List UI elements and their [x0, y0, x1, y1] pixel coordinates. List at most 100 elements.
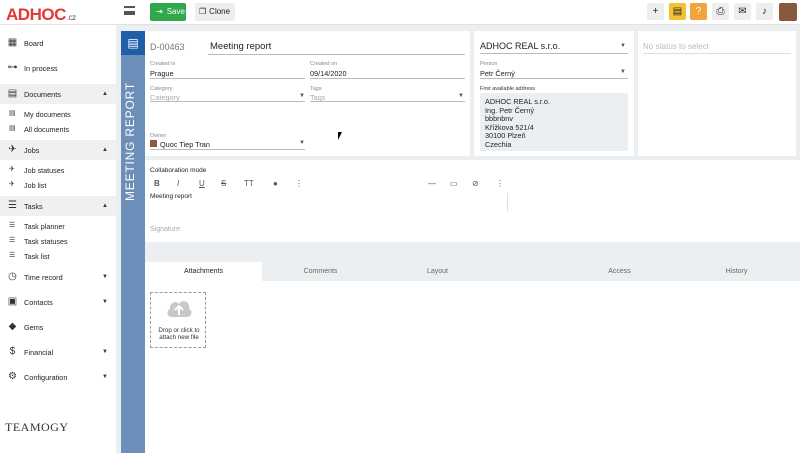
owner-label: Owner	[150, 133, 167, 139]
save-button[interactable]: ⇥ Save	[150, 3, 186, 21]
tab-comments[interactable]: Comments	[262, 262, 379, 281]
sidebar-item-my-documents[interactable]: ▤ My documents	[0, 106, 116, 121]
chevron-down-icon: ▼	[458, 93, 464, 99]
sidebar-item-label: Financial	[24, 348, 54, 357]
owner-select[interactable]: Quoc Tiep Tran	[160, 140, 210, 149]
company-panel: ADHOC REAL s.r.o. ▼ Person Petr Černý ▼ …	[474, 31, 634, 156]
created-on-label: Created on	[310, 61, 338, 67]
chevron-down-icon: ▼	[620, 43, 626, 49]
plus-icon[interactable]: +	[647, 3, 664, 20]
sidebar-item-board[interactable]: ▦ Board	[0, 33, 116, 53]
tab-layout[interactable]: Layout	[379, 262, 496, 281]
sidebar-item-label: Contacts	[24, 298, 53, 307]
category-label: Category	[150, 86, 173, 92]
tab-attachments[interactable]: Attachments	[145, 262, 262, 281]
address-line: Czechia	[485, 140, 512, 149]
sidebar: ▦ Board ⊶ In process ▤ Documents ▲ ▤ My …	[0, 25, 116, 453]
clone-icon: ❐	[199, 7, 207, 16]
editor-divider	[507, 193, 508, 211]
address-box: ADHOC REAL s.r.o. Ing. Petr Černý bbbnbn…	[480, 93, 628, 151]
text-size-icon[interactable]: TT	[244, 179, 254, 188]
sidebar-item-label: Job statuses	[24, 166, 65, 175]
sidebar-item-task-planner[interactable]: ☰ Task planner	[0, 218, 116, 233]
sidebar-item-job-statuses[interactable]: ✈ Job statuses	[0, 162, 116, 177]
owner-avatar	[150, 140, 157, 147]
signature-field[interactable]: Signature	[150, 226, 180, 233]
status-select[interactable]: No status to select	[643, 42, 709, 51]
more-vert-icon[interactable]: ⋮	[496, 179, 504, 188]
document-icon: ▤	[7, 88, 18, 99]
address-line: ADHOC REAL s.r.o.	[485, 97, 551, 106]
tab-bar: Attachments Comments Layout Access Histo…	[145, 262, 800, 281]
sidebar-item-job-list[interactable]: ✈ Job list	[0, 177, 116, 192]
status-panel: No status to select	[638, 31, 796, 156]
created-in-field[interactable]: Prague	[150, 69, 174, 78]
chevron-up-icon: ▲	[102, 203, 108, 209]
color-drop-icon[interactable]: ●	[273, 179, 278, 188]
company-select[interactable]: ADHOC REAL s.r.o.	[480, 41, 560, 51]
chevron-down-icon: ▼	[102, 299, 108, 305]
sidebar-item-gems[interactable]: ◆ Gems	[0, 317, 116, 337]
sidebar-item-contacts[interactable]: ▣ Contacts ▼	[0, 292, 116, 312]
tasks-icon: ☰	[8, 200, 17, 211]
sidebar-item-label: In process	[24, 64, 58, 73]
sidebar-item-jobs[interactable]: ✈ Jobs ▲	[0, 140, 116, 160]
sidebar-item-label: All documents	[24, 125, 70, 134]
rocket-icon: ✈	[8, 144, 17, 155]
sidebar-item-label: Configuration	[24, 373, 68, 382]
underline-icon[interactable]: U	[199, 179, 205, 188]
sidebar-item-task-statuses[interactable]: ☰ Task statuses	[0, 233, 116, 248]
clone-button[interactable]: ❐ Clone	[195, 3, 235, 21]
rocket-small-icon: ✈	[9, 181, 15, 188]
sidebar-item-time-record[interactable]: ◷ Time record ▼	[0, 267, 116, 287]
chevron-down-icon: ▼	[299, 140, 305, 146]
sidebar-item-financial[interactable]: $ Financial ▼	[0, 342, 116, 362]
print-icon[interactable]: ⎙	[712, 3, 729, 20]
sidebar-item-label: Task planner	[24, 222, 65, 231]
grid-icon: ▦	[7, 37, 18, 48]
sidebar-item-label: My documents	[24, 110, 71, 119]
sidebar-item-tasks[interactable]: ☰ Tasks ▲	[0, 196, 116, 216]
document-title-input[interactable]: Meeting report	[210, 41, 271, 52]
sidebar-item-documents[interactable]: ▤ Documents ▲	[0, 84, 116, 104]
help-icon[interactable]: ?	[690, 3, 707, 20]
clock-icon: ◷	[8, 271, 17, 282]
person-select[interactable]: Petr Černý	[480, 69, 515, 78]
editor-panel: Collaboration mode B I U S TT ● ⋮ — ▭ ⊘ …	[145, 160, 800, 242]
italic-icon[interactable]: I	[177, 179, 179, 188]
bell-icon[interactable]: ♪	[756, 3, 773, 20]
user-avatar[interactable]	[779, 3, 797, 21]
clone-button-label: Clone	[209, 7, 231, 16]
dropzone-text-line: attach new file	[159, 334, 199, 341]
sidebar-item-configuration[interactable]: ⚙ Configuration ▼	[0, 367, 116, 387]
logo-ad-text: AD	[6, 5, 30, 24]
sidebar-item-label: Tasks	[24, 202, 43, 211]
save-icon: ⇥	[156, 7, 163, 16]
editor-content[interactable]: Meeting report	[150, 193, 192, 200]
sidebar-item-in-process[interactable]: ⊶ In process	[0, 58, 116, 78]
created-on-field[interactable]: 09/14/2020	[310, 69, 347, 78]
link-icon[interactable]: ⊘	[472, 179, 479, 188]
cloud-upload-icon	[167, 301, 192, 317]
tab-access[interactable]: Access	[561, 262, 678, 281]
sidebar-item-label: Time record	[24, 273, 63, 282]
tab-history[interactable]: History	[678, 262, 795, 281]
save-button-label: Save	[166, 7, 185, 16]
sidebar-item-task-list[interactable]: ☰ Task list	[0, 248, 116, 263]
list-icon: ☰	[9, 237, 16, 244]
adhoc-logo[interactable]: ADHOC.cz	[6, 5, 76, 25]
flow-icon: ⊶	[7, 62, 18, 73]
bold-icon[interactable]: B	[154, 179, 160, 188]
horizontal-rule-icon[interactable]: —	[428, 179, 436, 188]
note-icon[interactable]: ▤	[669, 3, 686, 20]
image-icon[interactable]: ▭	[450, 179, 458, 188]
more-vert-icon[interactable]: ⋮	[295, 179, 303, 188]
strikethrough-icon[interactable]: S	[221, 179, 226, 188]
file-dropzone[interactable]: Drop or click to attach new file	[150, 292, 206, 348]
hamburger-menu-icon[interactable]	[124, 6, 135, 15]
sidebar-item-label: Documents	[24, 90, 61, 99]
document-icon: ▤	[121, 31, 145, 55]
document-id: D-00463	[150, 42, 185, 52]
sidebar-item-all-documents[interactable]: ▤ All documents	[0, 121, 116, 136]
chat-icon[interactable]: ✉	[734, 3, 751, 20]
